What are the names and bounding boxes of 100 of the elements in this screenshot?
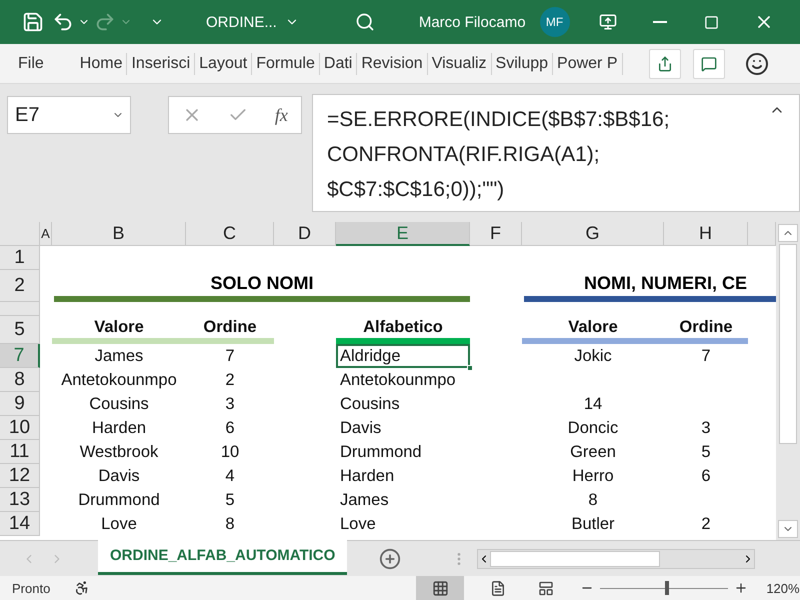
column-header[interactable]: B [52, 222, 186, 246]
table-cell-text: 3 [700, 418, 712, 438]
ribbon-tab[interactable]: Formule [252, 52, 320, 74]
table-cell-text: Butler [570, 514, 616, 534]
column-header[interactable]: D [274, 222, 336, 246]
row-header[interactable]: 13 [0, 488, 40, 512]
table-cell-text: Antetokounmpo [60, 370, 178, 390]
avatar[interactable]: MF [540, 7, 570, 37]
share-icon [656, 56, 672, 72]
column-header[interactable]: C [186, 222, 274, 246]
comment-icon [700, 56, 716, 72]
insert-function-button[interactable]: fx [274, 104, 288, 126]
table-cell[interactable]: Aldridge [336, 344, 470, 368]
table-cell-text: 3 [224, 394, 236, 414]
table-cell-text: 6 [700, 466, 712, 486]
table-cell-text: 7 [700, 346, 712, 366]
table-cell-text: Jokic [573, 346, 613, 366]
table-cell-text: Herro [571, 466, 615, 486]
redo-icon [94, 11, 116, 33]
row-header[interactable]: 1 [0, 246, 40, 270]
ribbon-tab[interactable]: Visualiz [428, 52, 492, 74]
table-cell[interactable]: Harden [336, 464, 470, 488]
table-cell-text: Love [100, 514, 138, 534]
table-cell-text: 8 [224, 514, 236, 534]
row-header[interactable]: 10 [0, 416, 40, 440]
column-header[interactable]: G [522, 222, 664, 246]
table-cell-text: 10 [220, 442, 240, 462]
table-cell-text: 14 [582, 394, 604, 414]
column-label: Valore [52, 316, 186, 344]
table-cell[interactable]: Davis [336, 416, 470, 440]
table-cell[interactable]: Antetokounmpo [336, 368, 470, 392]
ribbon-tab[interactable]: Inserisci [127, 52, 196, 74]
page-layout-icon [490, 580, 506, 596]
table-cell-text: 2 [224, 370, 236, 390]
table-cell-text: 6 [224, 418, 236, 438]
table-cell-text: Green [569, 442, 617, 462]
undo-icon [52, 11, 74, 33]
column-header[interactable]: F [470, 222, 522, 246]
add-sheet-icon[interactable] [379, 548, 402, 570]
table-cell-text: Drummond [77, 490, 161, 510]
accessibility-icon[interactable] [74, 580, 90, 596]
name-box[interactable]: E7 [7, 96, 131, 134]
column-header[interactable]: H [664, 222, 748, 246]
vertical-scrollbar[interactable] [776, 222, 800, 540]
file-name-button[interactable]: ORDINE... [200, 12, 305, 32]
normal-view-button[interactable] [416, 576, 464, 600]
row-header[interactable]: 8 [0, 368, 40, 392]
share-button[interactable] [648, 48, 680, 78]
row-header[interactable]: 11 [0, 440, 40, 464]
table-title: SOLO NOMI [54, 270, 470, 302]
table-cell[interactable]: Drummond [336, 440, 470, 464]
column-label: Ordine [664, 316, 748, 344]
maximize-icon [704, 14, 720, 30]
table-cell-text: Doncic [566, 418, 620, 438]
row-header[interactable]: 12 [0, 464, 40, 488]
sheet-tab[interactable]: ORDINE_ALFAB_AUTOMATICO [98, 538, 348, 574]
monitor-icon [598, 13, 617, 31]
table-cell-text: Davis [97, 466, 141, 486]
page-break-icon [538, 580, 554, 596]
row-header[interactable]: 5 [0, 316, 40, 344]
zoom-in-icon[interactable] [734, 581, 748, 595]
table-cell-text: Cousins [88, 394, 150, 414]
comments-button[interactable] [692, 48, 724, 78]
zoom-slider-thumb[interactable] [664, 581, 669, 595]
row-header[interactable]: 14 [0, 512, 40, 536]
ribbon-tab[interactable]: Power P [553, 52, 622, 74]
search-icon[interactable] [354, 12, 375, 32]
table-cell-text: 4 [224, 466, 236, 486]
table-cell[interactable]: James [336, 488, 470, 512]
fill-handle[interactable] [467, 365, 473, 371]
formula-field[interactable]: =SE.ERRORE(INDICE($B$7:$B$16; CONFRONTA(RIF.RIGA(A1); $C$7:$C$16;0));"") [312, 94, 800, 212]
table-cell-text: 2 [700, 514, 712, 534]
minimize-icon [652, 21, 667, 23]
status-text: Pronto [12, 580, 50, 596]
table-cell-text: 7 [224, 346, 236, 366]
horizontal-scrollbar[interactable] [477, 548, 756, 568]
ribbon-tab[interactable]: Layout [195, 52, 252, 74]
smiley-icon[interactable] [744, 52, 768, 76]
table-cell-text: 8 [587, 490, 599, 510]
row-header[interactable]: 7 [0, 344, 40, 368]
table-cell-text: James [94, 346, 144, 366]
column-label: Valore [522, 316, 664, 344]
column-label: Alfabetico [336, 316, 470, 344]
ribbon-tab[interactable]: Dati [320, 52, 358, 74]
normal-icon [432, 580, 449, 596]
zoom-level: 120% [766, 580, 800, 596]
ribbon-tab[interactable]: Revision [357, 52, 428, 74]
table-cell-text: 5 [224, 490, 236, 510]
table-cell[interactable]: Love [336, 512, 470, 536]
table-cell-text: 5 [700, 442, 712, 462]
row-header[interactable]: 9 [0, 392, 40, 416]
table-cell[interactable]: Cousins [336, 392, 470, 416]
row-header[interactable]: 2 [0, 270, 40, 302]
ribbon-tab[interactable]: File [14, 52, 48, 74]
user-name: Marco Filocamo [418, 14, 526, 30]
column-label: Ordine [186, 316, 274, 344]
ribbon-tab[interactable]: Home [76, 52, 128, 74]
ribbon-tab[interactable]: Svilupp [492, 52, 554, 74]
column-header[interactable]: E [336, 222, 470, 246]
column-header[interactable]: A [40, 222, 52, 246]
